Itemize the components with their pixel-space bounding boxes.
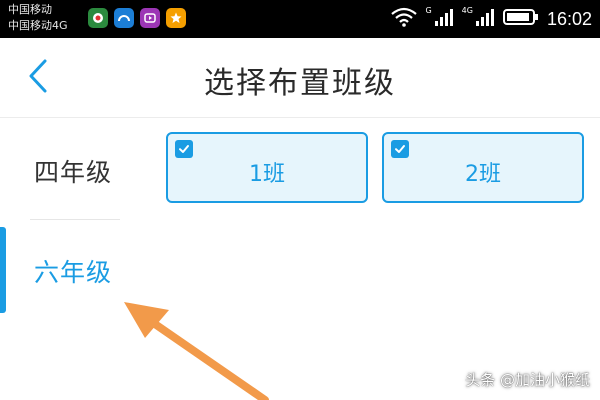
battery-icon [502, 8, 539, 30]
grade-label: 六年级 [34, 258, 113, 287]
grade-item-4[interactable]: 四年级 [0, 119, 150, 219]
weibo-app-icon [88, 8, 108, 28]
wifi-icon [391, 7, 418, 31]
carrier-info: 中国移动 中国移动4G [8, 2, 68, 34]
video-app-icon [140, 8, 160, 28]
grade-item-6[interactable]: 六年级 [0, 219, 150, 319]
header: 选择布置班级 [0, 38, 600, 118]
class-label: 1班 [249, 162, 285, 187]
watermark: 头条 @加油小猴纸 [465, 371, 590, 389]
star-app-icon [166, 8, 186, 28]
signal-2-icon [475, 7, 495, 31]
carrier-2: 中国移动4G [8, 19, 68, 32]
browser-app-icon [114, 8, 134, 28]
signal-1-label: G [425, 6, 432, 15]
status-time: 16:02 [546, 8, 592, 29]
carrier-1: 中国移动 [8, 3, 52, 16]
grade-sidebar: 四年级 六年级 [0, 119, 150, 400]
class-chip-1[interactable]: 1班 [166, 132, 368, 203]
signal-2-label: 4G [461, 6, 473, 15]
class-label: 2班 [465, 162, 501, 187]
class-chip-2[interactable]: 2班 [382, 132, 584, 203]
notification-icons [88, 8, 186, 28]
grade-label: 四年级 [34, 158, 113, 187]
signal-1-icon [434, 7, 454, 31]
status-bar: 中国移动 中国移动4G G 4G 16:02 [0, 0, 600, 38]
page-title: 选择布置班级 [204, 66, 396, 101]
system-icons: G 4G 16:02 [391, 6, 592, 32]
